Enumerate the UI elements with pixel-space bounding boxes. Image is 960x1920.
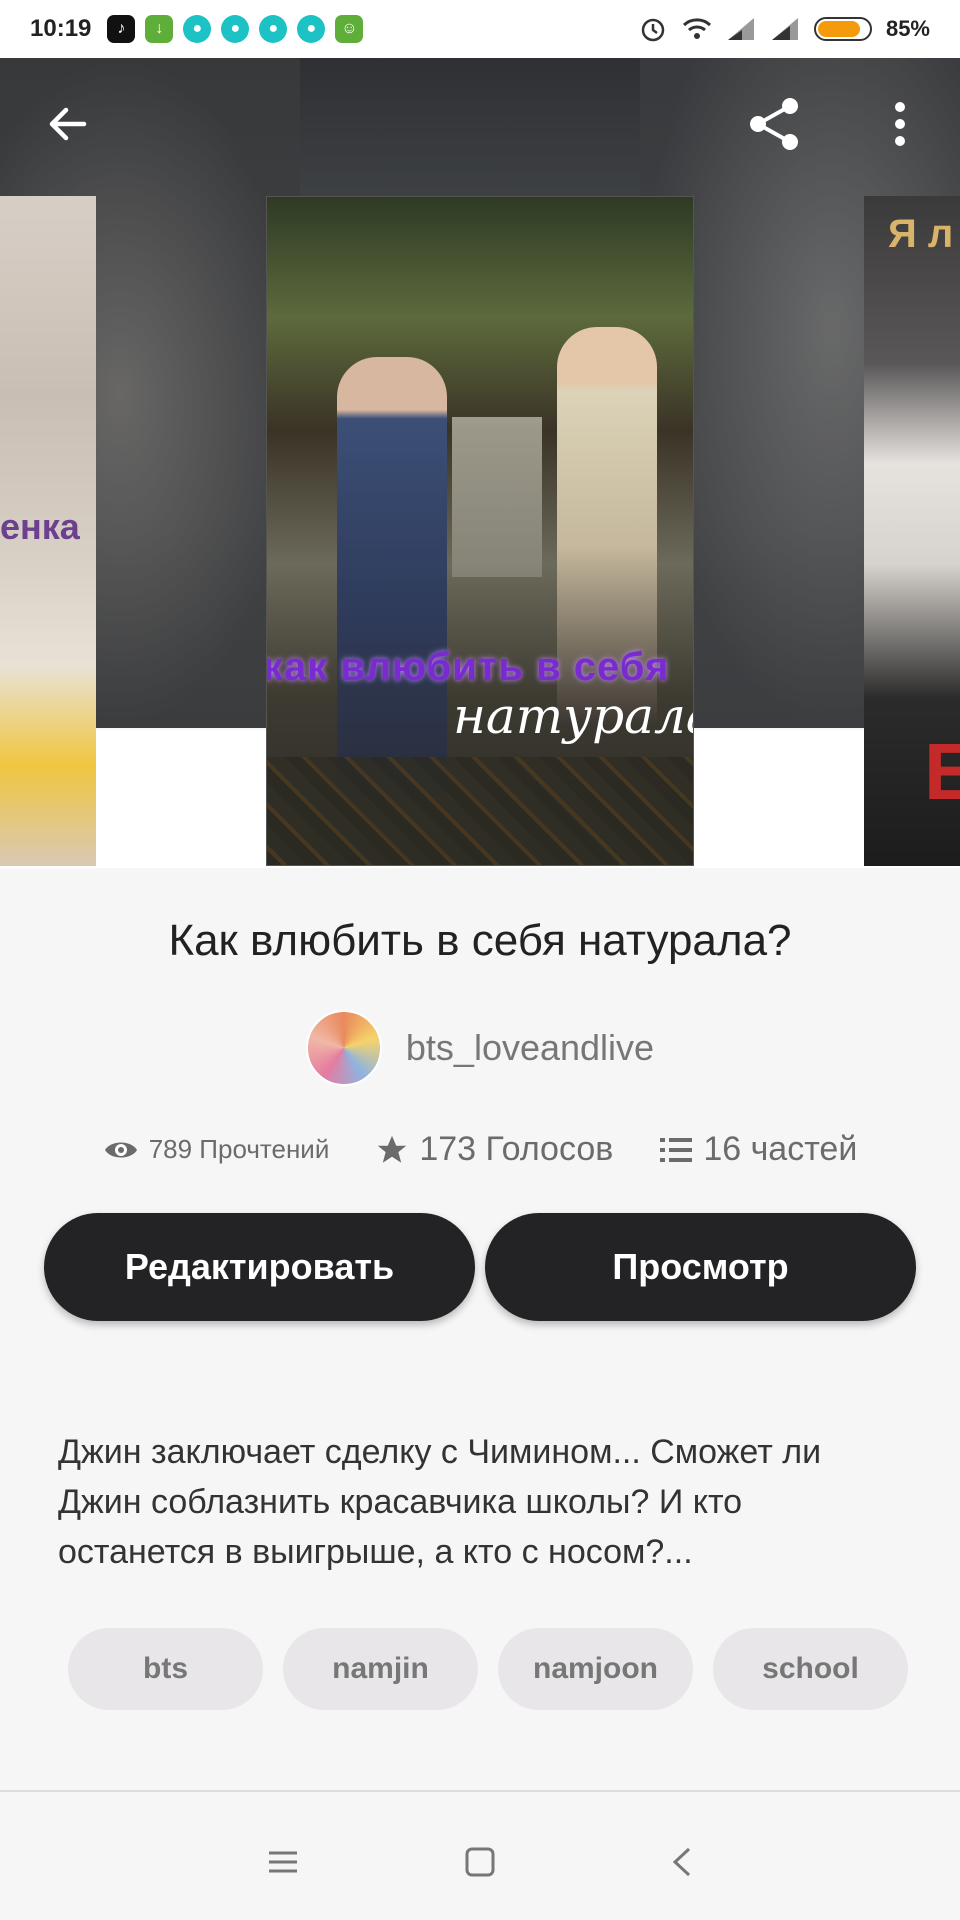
share-icon xyxy=(750,98,798,150)
battery-percent: 85% xyxy=(885,16,930,41)
list-icon xyxy=(660,1137,693,1162)
cover-door xyxy=(452,417,542,577)
square-icon xyxy=(465,1847,495,1877)
share-button[interactable] xyxy=(744,94,804,154)
status-app-icons: ♪ ↓ ● ● ● ● ☺ xyxy=(107,15,364,43)
action-buttons: Редактировать Просмотр xyxy=(44,1213,916,1321)
cover-previous[interactable]: енка xyxy=(0,196,96,866)
parts-stat: 16 частей xyxy=(659,1130,857,1169)
status-bar: 10:19 ♪ ↓ ● ● ● ● ☺ 85% xyxy=(0,0,960,58)
alarm-icon xyxy=(641,18,665,42)
cover-title-line2: натурала xyxy=(453,687,694,745)
votes-stat: 173 Голосов xyxy=(375,1130,613,1169)
status-time: 10:19 xyxy=(30,15,92,42)
cover-previous-text: енка xyxy=(0,506,80,547)
cover-next[interactable]: Я л E xyxy=(864,196,960,866)
story-description: Джин заключает сделку с Чимином... Сможе… xyxy=(58,1433,822,1571)
edit-button[interactable]: Редактировать xyxy=(44,1213,475,1321)
more-options-button[interactable] xyxy=(870,94,930,154)
tag-chip[interactable]: namjoon xyxy=(498,1628,693,1710)
story-cover[interactable]: как влюбить в себя натурала xyxy=(266,196,694,866)
signal-icon xyxy=(727,18,754,40)
hamburger-icon xyxy=(269,1851,297,1873)
tag-list: bts namjin namjoon school xyxy=(68,1628,908,1710)
preview-button[interactable]: Просмотр xyxy=(485,1213,916,1321)
story-title: Как влюбить в себя натурала? xyxy=(168,916,792,965)
cover-figure-left xyxy=(337,357,447,797)
teal-app-icon: ● xyxy=(221,15,250,43)
cover-leaves xyxy=(267,757,693,865)
wifi-icon xyxy=(682,18,711,39)
more-vertical-icon xyxy=(895,102,905,146)
author-row[interactable]: bts_loveandlive xyxy=(0,1010,960,1086)
cover-next-text: Я л xyxy=(888,212,954,256)
menu-nav-button[interactable] xyxy=(255,1834,311,1890)
author-avatar[interactable] xyxy=(305,1010,382,1086)
tag-chip[interactable]: namjin xyxy=(283,1628,478,1710)
system-nav-bar xyxy=(0,1804,960,1920)
tiktok-icon: ♪ xyxy=(107,15,136,43)
stats-row: 789 Прочтений 173 Голосов 16 частей xyxy=(0,1130,960,1169)
author-name[interactable]: bts_loveandlive xyxy=(406,1027,654,1069)
cover-next-letter: E xyxy=(924,727,960,816)
back-nav-button[interactable] xyxy=(654,1834,710,1890)
parts-count: 16 частей xyxy=(703,1130,858,1168)
reads-stat: 789 Прочтений xyxy=(103,1134,330,1165)
reads-count: 789 Прочтений xyxy=(148,1134,330,1164)
tag-chip[interactable]: bts xyxy=(68,1628,263,1710)
back-button[interactable] xyxy=(38,94,98,154)
chevron-left-icon xyxy=(672,1847,691,1877)
download-icon: ↓ xyxy=(145,15,174,43)
teal-app-icon: ● xyxy=(297,15,326,43)
battery-icon xyxy=(813,17,872,41)
teal-app-icon: ● xyxy=(183,15,212,43)
home-nav-button[interactable] xyxy=(452,1834,508,1890)
cover-title-line1: как влюбить в себя xyxy=(266,645,670,689)
android-icon: ☺ xyxy=(335,15,364,43)
divider xyxy=(0,1790,960,1792)
star-icon xyxy=(378,1135,407,1163)
teal-app-icon: ● xyxy=(259,15,288,43)
eye-icon xyxy=(104,1142,137,1157)
signal-icon xyxy=(771,18,798,40)
votes-count: 173 Голосов xyxy=(419,1130,614,1168)
top-toolbar xyxy=(0,58,960,198)
battery-level xyxy=(817,21,861,37)
tag-chip[interactable]: school xyxy=(713,1628,908,1710)
arrow-left-icon xyxy=(49,107,87,141)
